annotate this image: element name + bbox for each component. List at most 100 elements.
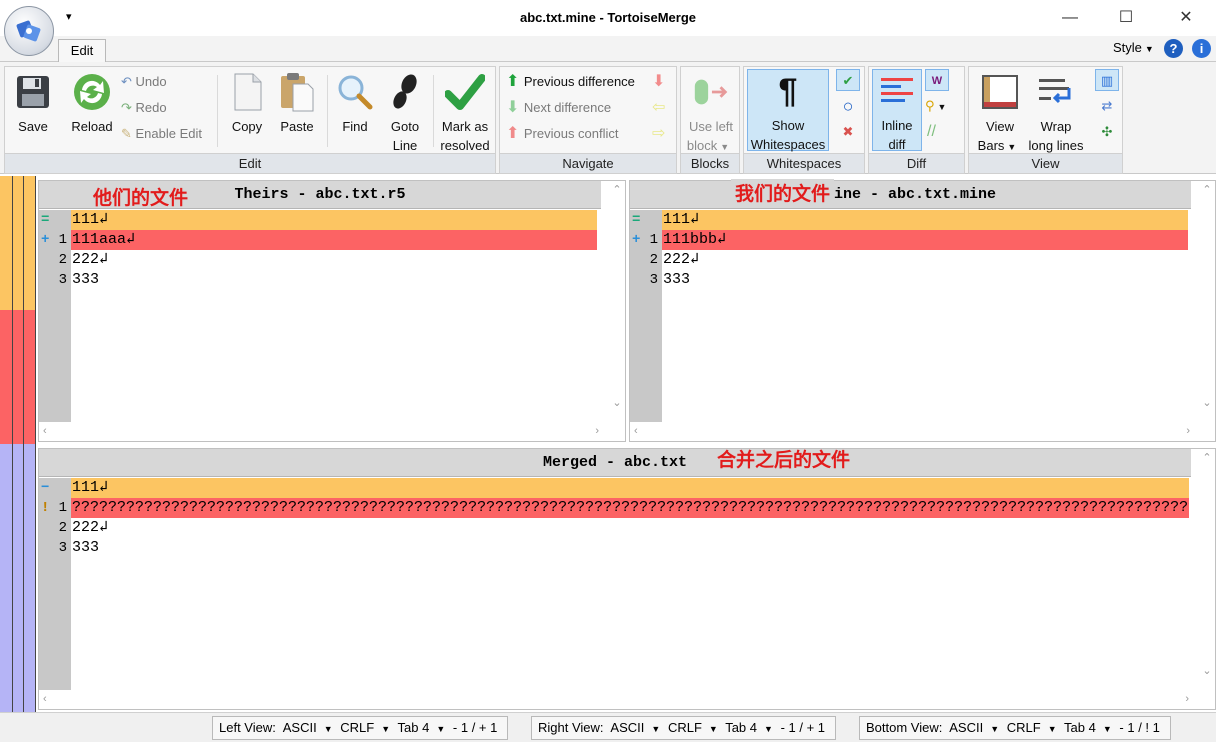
goto-line-button[interactable]: Goto Line	[383, 71, 427, 155]
diff-line[interactable]: 1 +111aaa↲	[39, 230, 597, 250]
next-conflict-icon[interactable]: ⬇	[652, 71, 665, 93]
info-icon[interactable]: i	[1192, 39, 1211, 58]
line-text: ????????????????????????????????????????…	[71, 498, 1189, 518]
chevron-down-icon: ▼	[990, 724, 1000, 734]
redo-button[interactable]: ↷ Redo	[121, 97, 167, 119]
diff-line[interactable]: = 111↲	[630, 210, 1188, 230]
status-bar: Left View: ASCII ▼ CRLF ▼ Tab 4 ▼ - 1 / + 1…	[0, 712, 1216, 742]
mine-vertical-scrollbar[interactable]: ⌃ ⌄	[1199, 181, 1215, 423]
view-bars-button[interactable]: View Bars ▼	[973, 71, 1027, 157]
added-marker-icon: +	[41, 232, 50, 248]
mine-pane-header: Mine - abc.txt.mine	[630, 181, 1191, 209]
view-group: View Bars ▼ Wrap long lines ▥ ⇄ ✣ View	[968, 66, 1123, 174]
left-view-eol[interactable]: CRLF	[340, 720, 374, 735]
line-text: 333	[72, 271, 100, 288]
ignore-none-icon[interactable]: ✔	[836, 69, 860, 91]
ignore-changes-icon[interactable]: ✖	[836, 121, 860, 143]
previous-inline-diff-icon[interactable]: ⇦	[652, 97, 665, 119]
help-icon[interactable]: ?	[1164, 39, 1183, 58]
diff-line[interactable]: 2 222↲	[39, 250, 597, 270]
right-view-eol[interactable]: CRLF	[668, 720, 702, 735]
mine-horizontal-scrollbar[interactable]: ‹ ›	[630, 425, 1200, 441]
mine-annotation: 我们的文件	[731, 179, 835, 206]
application-menu-button[interactable]	[4, 6, 54, 56]
diff-group: Inline diff W ⚲ ▼ // Diff	[868, 66, 965, 174]
whitespaces-group: ¶ Show Whitespaces ✔ ○ ✖ Whitespaces	[743, 66, 865, 174]
bottom-view-counts: - 1 / ! 1	[1119, 720, 1160, 735]
right-view-encoding[interactable]: ASCII	[610, 720, 644, 735]
enable-edit-button[interactable]: ✎ Enable Edit	[121, 123, 202, 145]
line-number: 3	[649, 272, 658, 288]
diff-line[interactable]: − 111↲	[39, 478, 1189, 498]
close-button[interactable]: ✕	[1166, 6, 1206, 30]
view-bars-label-1: View	[986, 119, 1014, 134]
next-difference-button[interactable]: ⬇ Next difference	[506, 97, 611, 119]
previous-difference-button[interactable]: ⬆ Previous difference	[506, 71, 635, 93]
theirs-pane[interactable]: Theirs - abc.txt.r5 = 111↲ 1 +111aaa↲ 2 222↲ 3…	[38, 180, 626, 442]
paste-button[interactable]: Paste	[273, 71, 321, 136]
diff-line[interactable]: 1!??????????????????????????????????????…	[39, 498, 1189, 518]
wrap-lines-icon	[1036, 71, 1076, 113]
theirs-horizontal-scrollbar[interactable]: ‹ ›	[39, 425, 609, 441]
mark-resolved-button[interactable]: Mark as resolved	[437, 71, 493, 155]
line-text: 111bbb↲	[662, 230, 1188, 250]
left-view-counts: - 1 / + 1	[452, 720, 498, 735]
use-left-block-button[interactable]: Use left block ▼	[683, 71, 739, 157]
bottom-view-tab[interactable]: Tab 4	[1064, 720, 1096, 735]
line-text: 222↲	[72, 519, 109, 536]
edit-group: Save Reload ↶ Undo ↷ Redo ✎ Enable Edit …	[4, 66, 496, 174]
view-bars-icon	[980, 71, 1020, 113]
equal-marker-icon: =	[41, 212, 50, 228]
show-whitespaces-button[interactable]: ¶ Show Whitespaces	[747, 69, 829, 152]
left-view-tab[interactable]: Tab 4	[398, 720, 430, 735]
reload-label: Reload	[71, 119, 113, 134]
line-text: 333	[663, 271, 691, 288]
paste-label: Paste	[280, 119, 314, 134]
left-view-encoding[interactable]: ASCII	[283, 720, 317, 735]
diff-line[interactable]: 2 222↲	[630, 250, 1188, 270]
bottom-view-encoding[interactable]: ASCII	[949, 720, 983, 735]
bottom-view-eol[interactable]: CRLF	[1007, 720, 1041, 735]
chevron-down-icon: ▼	[1102, 724, 1112, 734]
inline-diff-button[interactable]: Inline diff	[872, 69, 922, 152]
style-menu[interactable]: Style ▼	[1113, 40, 1160, 55]
collapse-sections-icon[interactable]: ✣	[1095, 121, 1119, 143]
ignore-all-icon[interactable]: ○	[836, 95, 860, 117]
one-pane-view-icon[interactable]: ▥	[1095, 69, 1119, 91]
wrap-long-lines-button[interactable]: Wrap long lines	[1027, 71, 1085, 155]
copy-button[interactable]: Copy	[225, 71, 269, 136]
theirs-annotation: 他们的文件	[93, 187, 189, 209]
swap-views-icon[interactable]: ⇄	[1095, 95, 1119, 117]
diff-line[interactable]: 3 333	[39, 270, 597, 290]
minimize-button[interactable]: —	[1050, 6, 1090, 30]
merged-horizontal-scrollbar[interactable]: ‹ ›	[39, 693, 1199, 709]
reload-button[interactable]: Reload	[67, 71, 117, 136]
added-marker-icon: +	[632, 232, 641, 248]
diff-line[interactable]: 3 333	[630, 270, 1188, 290]
location-bar[interactable]	[0, 176, 36, 712]
next-inline-diff-icon[interactable]: ⇨	[652, 123, 665, 145]
diff-line[interactable]: 3 333	[39, 538, 1189, 558]
view-group-label: View	[969, 153, 1122, 173]
diff-line[interactable]: 2 222↲	[39, 518, 1189, 538]
diff-line[interactable]: = 111↲	[39, 210, 597, 230]
removed-marker-icon: −	[41, 480, 50, 496]
filter-icon[interactable]: ⚲ ▼	[925, 95, 952, 117]
line-number: 3	[58, 540, 67, 556]
mine-pane[interactable]: Mine - abc.txt.mine = 111↲ 1 +111bbb↲ 2 222↲ 3…	[629, 179, 1216, 442]
collapse-icon[interactable]: //	[927, 121, 936, 143]
maximize-button[interactable]: ☐	[1106, 6, 1146, 30]
word-diff-icon[interactable]: W	[925, 69, 949, 91]
merged-vertical-scrollbar[interactable]: ⌃ ⌄	[1199, 449, 1215, 691]
previous-conflict-button[interactable]: ⬆ Previous conflict	[506, 123, 619, 145]
line-number: 2	[649, 252, 658, 268]
diff-line[interactable]: 1 +111bbb↲	[630, 230, 1188, 250]
blocks-group-label: Blocks	[681, 153, 739, 173]
tab-edit[interactable]: Edit	[58, 39, 106, 63]
save-button[interactable]: Save	[11, 71, 55, 136]
theirs-vertical-scrollbar[interactable]: ⌃ ⌄	[609, 181, 625, 423]
find-button[interactable]: Find	[333, 71, 377, 136]
merged-pane[interactable]: Merged - abc.txt − 111↲ 1!????????????????…	[38, 448, 1216, 710]
right-view-tab[interactable]: Tab 4	[725, 720, 757, 735]
undo-button[interactable]: ↶ Undo	[121, 71, 167, 93]
